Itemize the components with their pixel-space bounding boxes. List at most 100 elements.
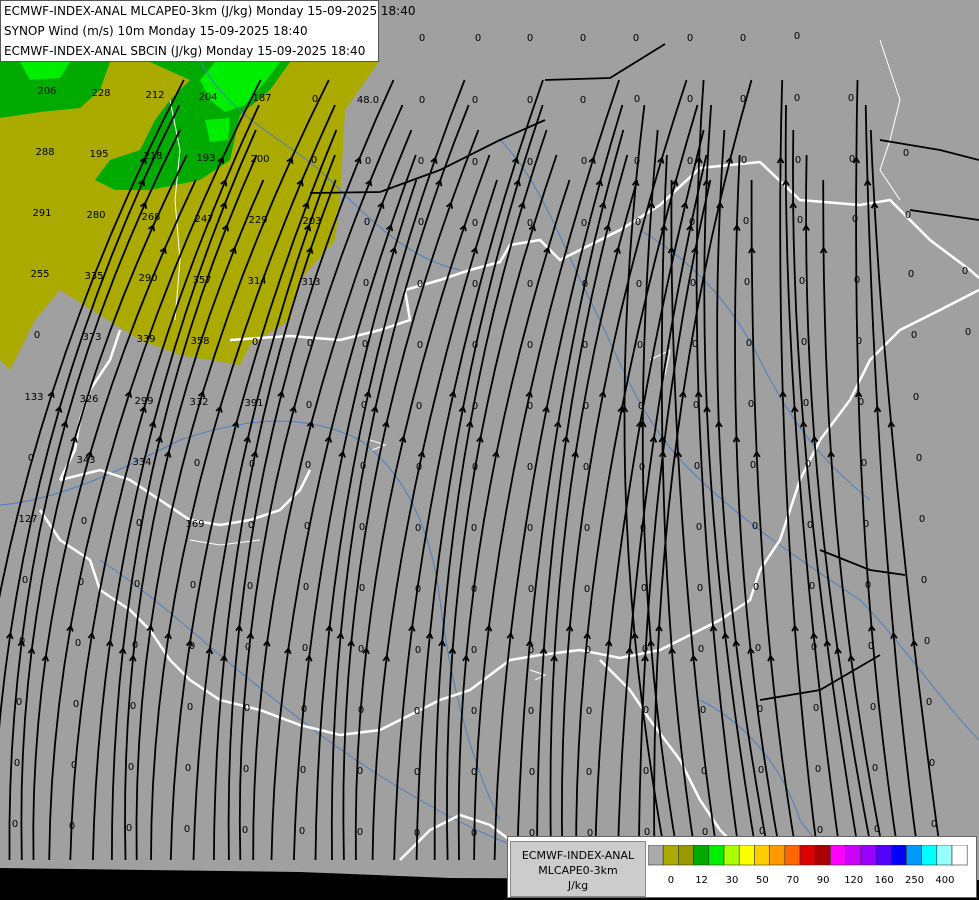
cape-value-label: 0 [905, 210, 911, 221]
cape-value-label: 0 [472, 218, 478, 229]
cape-value-label: 0 [757, 704, 763, 715]
cape-value-label: 229 [248, 215, 267, 226]
cape-value-label: 0 [302, 643, 308, 654]
cape-value-label: 0 [471, 584, 477, 595]
cape-value-label: 0 [581, 218, 587, 229]
cape-value-label: 0 [817, 825, 823, 836]
cape-value-label: 0 [849, 154, 855, 165]
legend-label: 50 [756, 875, 769, 886]
cape-value-label: 0 [415, 584, 421, 595]
cape-value-label: 0 [415, 645, 421, 656]
cape-value-label: 0 [758, 765, 764, 776]
cape-value-label: 314 [247, 276, 266, 287]
cape-value-label: 127 [18, 514, 37, 525]
cape-value-label: 0 [911, 330, 917, 341]
cape-value-label: 195 [89, 149, 108, 160]
cape-value-label: 0 [696, 522, 702, 533]
cape-value-label: 0 [416, 462, 422, 473]
cape-value-label: 0 [750, 460, 756, 471]
cape-value-label: 0 [304, 521, 310, 532]
legend-swatch [738, 845, 755, 866]
cape-value-label: 339 [136, 334, 155, 345]
cape-value-label: 0 [813, 703, 819, 714]
cape-value-label: 334 [132, 457, 151, 468]
cape-value-label: 0 [12, 819, 18, 830]
cape-value-label: 247 [194, 214, 213, 225]
cape-value-label: 0 [22, 575, 28, 586]
cape-value-label: 228 [91, 88, 110, 99]
cape-value-label: 0 [73, 699, 79, 710]
cape-value-label: 0 [527, 95, 533, 106]
legend-swatch [662, 845, 679, 866]
legend-swatch [693, 845, 710, 866]
cape-value-label: 0 [586, 767, 592, 778]
legend-label: 400 [935, 875, 955, 886]
cape-value-label: 255 [30, 269, 49, 280]
legend-swatch [784, 845, 801, 866]
cape-value-label: 0 [471, 767, 477, 778]
cape-value-label: 0 [856, 336, 862, 347]
legend-swatch [860, 845, 877, 866]
cape-value-label: 0 [815, 764, 821, 775]
legend-unit: J/kg [567, 879, 589, 892]
cape-value-label: 0 [741, 155, 747, 166]
cape-value-label: 0 [852, 214, 858, 225]
cape-value-label: 0 [364, 217, 370, 228]
cape-value-label: 0 [189, 641, 195, 652]
cape-value-label: 0 [358, 705, 364, 716]
header-line-cin: ECMWF-INDEX-ANAL SBCIN (J/kg) Monday 15-… [4, 44, 366, 58]
cape-value-label: 0 [357, 827, 363, 838]
cape-value-label: 0 [185, 763, 191, 774]
cape-value-label: 0 [187, 702, 193, 713]
cape-value-label: 343 [76, 455, 95, 466]
cape-value-label: 0 [472, 401, 478, 412]
cape-value-label: 288 [35, 147, 54, 158]
cape-value-label: 0 [528, 645, 534, 656]
cape-value-label: 0 [14, 758, 20, 769]
cape-value-label: 0 [753, 582, 759, 593]
color-legend: ECMWF-INDEX-ANAL MLCAPE0-3km J/kg 0 12 30 5… [507, 836, 977, 898]
cape-value-label: 0 [306, 400, 312, 411]
cape-value-label: 0 [637, 340, 643, 351]
cape-value-label: 0 [415, 523, 421, 534]
cape-value-label: 0 [634, 156, 640, 167]
cape-value-label: 206 [37, 86, 56, 97]
cape-value-label: 0 [472, 340, 478, 351]
cape-value-label: 0 [583, 462, 589, 473]
cape-value-label: 0 [743, 216, 749, 227]
legend-label: 70 [786, 875, 800, 886]
legend-swatch [890, 845, 907, 866]
cape-value-label: 0 [190, 580, 196, 591]
legend-label: 120 [844, 875, 864, 886]
cape-value-label: 313 [301, 277, 320, 288]
cape-value-label: 0 [693, 400, 699, 411]
cape-value-label: 0 [854, 275, 860, 286]
cape-value-label: 0 [921, 575, 927, 586]
cape-value-label: 0 [19, 636, 25, 647]
legend-label: 12 [695, 875, 708, 886]
cape-value-label: 0 [417, 340, 423, 351]
cape-value-label: 0 [931, 819, 937, 830]
cape-value-label: 0 [962, 266, 968, 277]
cape-value-label: 332 [189, 397, 208, 408]
cape-value-label: 0 [527, 218, 533, 229]
legend-swatch [708, 845, 725, 866]
cape-value-label: 0 [417, 279, 423, 290]
cape-value-label: 280 [86, 210, 105, 221]
legend-swatch [906, 845, 922, 866]
cape-value-label: 0 [583, 401, 589, 412]
cape-value-label: 0 [861, 458, 867, 469]
cape-value-label: 0 [472, 279, 478, 290]
cape-value-label: 0 [248, 520, 254, 531]
cape-value-label: 133 [24, 392, 43, 403]
cape-value-label: 0 [584, 523, 590, 534]
map-header: ECMWF-INDEX-ANAL MLCAPE0-3km (J/kg) Mond… [0, 0, 415, 62]
cape-value-label: 0 [132, 640, 138, 651]
legend-title-line1: ECMWF-INDEX-ANAL [521, 849, 635, 862]
cape-value-label: 0 [643, 705, 649, 716]
cape-value-label: 268 [141, 212, 160, 223]
cape-value-label: 0 [75, 638, 81, 649]
cape-value-label: 0 [472, 462, 478, 473]
cape-value-label: 0 [71, 760, 77, 771]
cape-value-label: 0 [134, 579, 140, 590]
